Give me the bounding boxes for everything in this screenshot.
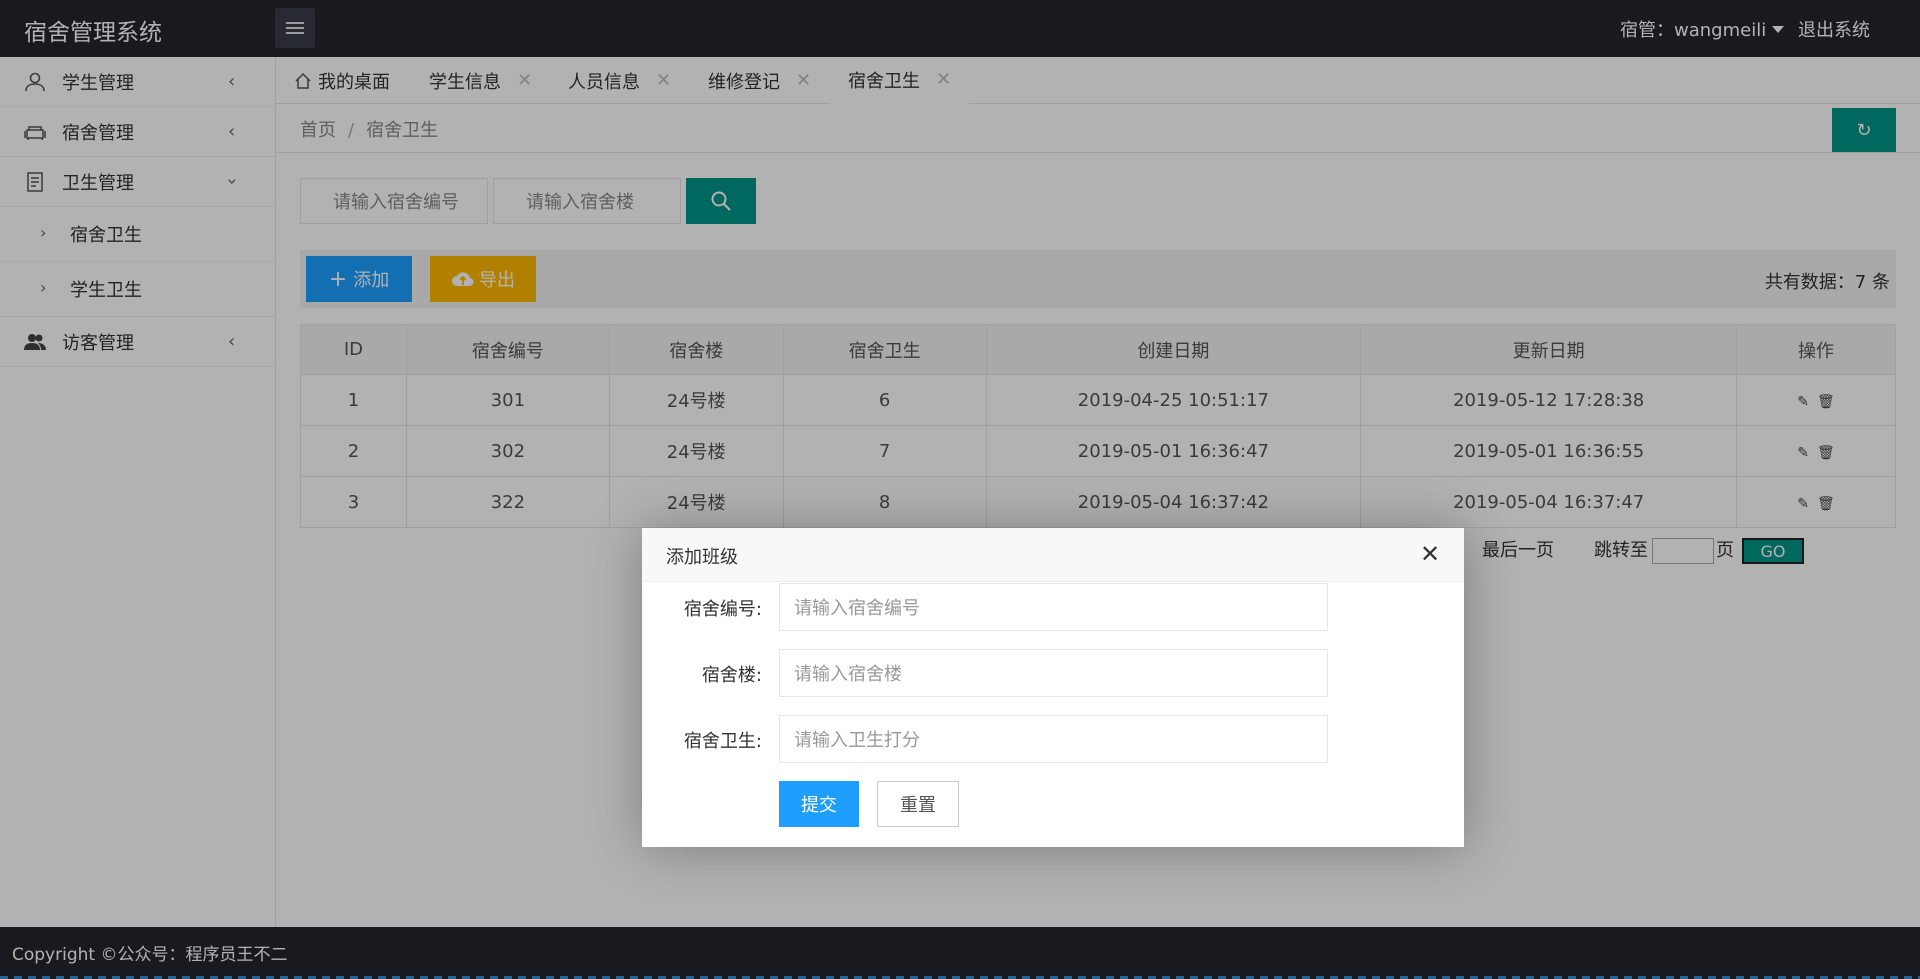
dorm-no-placeholder: 请输入宿舍编号 (794, 598, 920, 619)
dialog-header: 添加班级 ✕ (642, 528, 1464, 582)
close-icon[interactable]: ✕ (1420, 540, 1440, 568)
dorm-no-label: 宿舍编号: (683, 599, 762, 620)
hygiene-score-placeholder: 请输入卫生打分 (794, 730, 920, 751)
hygiene-label: 宿舍卫生: (683, 731, 762, 752)
add-dialog: 添加班级 ✕ 宿舍编号: 请输入宿舍编号 宿舍楼: 请输入宿舍楼 宿舍卫生: 请… (642, 528, 1464, 847)
building-label: 宿舍楼: (701, 665, 762, 686)
hygiene-score-field[interactable]: 请输入卫生打分 (779, 715, 1328, 763)
building-placeholder: 请输入宿舍楼 (794, 664, 902, 685)
dialog-title: 添加班级 (666, 547, 738, 568)
reset-button[interactable]: 重置 (877, 781, 959, 827)
submit-button[interactable]: 提交 (779, 781, 859, 827)
building-field[interactable]: 请输入宿舍楼 (779, 649, 1328, 697)
dorm-no-field[interactable]: 请输入宿舍编号 (779, 583, 1328, 631)
